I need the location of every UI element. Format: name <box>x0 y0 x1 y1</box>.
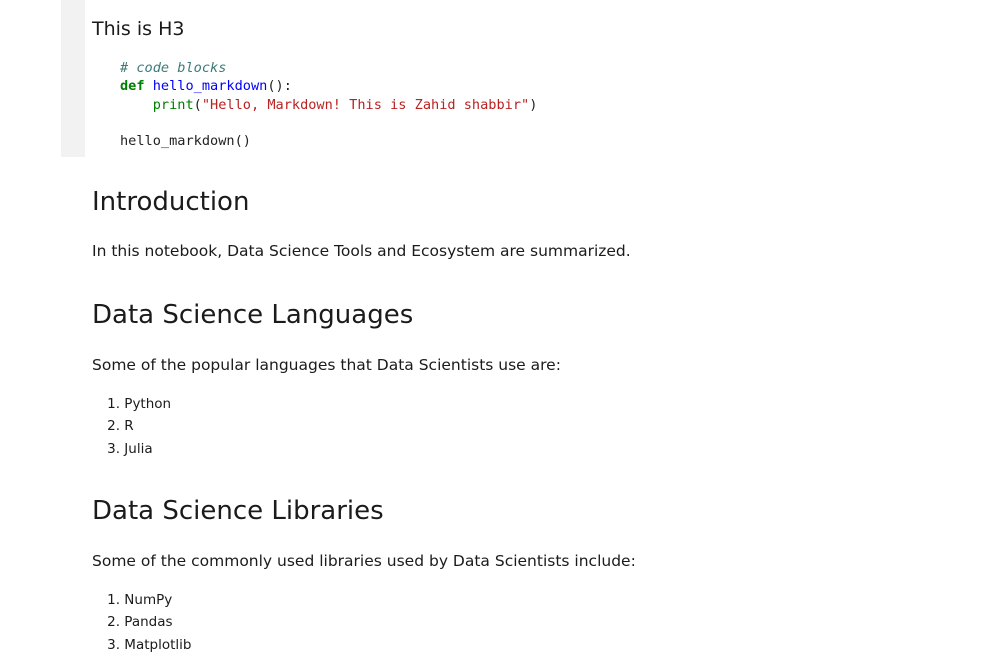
cell-selection-gutter[interactable] <box>61 0 85 157</box>
list-number: 1. <box>107 396 120 412</box>
code-block: # code blocks def hello_markdown(): prin… <box>120 59 537 150</box>
languages-text: Some of the popular languages that Data … <box>92 356 561 374</box>
list-number: 2. <box>107 614 120 631</box>
code-fn-parens: (): <box>267 78 292 95</box>
list-number: 3. <box>107 636 120 653</box>
notebook-page: This is H3 # code blocks def hello_markd… <box>0 0 984 668</box>
list-number: 1. <box>107 592 120 608</box>
code-open-paren: ( <box>193 96 202 113</box>
list-label: NumPy <box>124 592 173 608</box>
code-function-call: hello_markdown() <box>120 133 251 150</box>
code-string: "Hello, Markdown! This is Zahid shabbir" <box>201 96 530 113</box>
languages-heading: Data Science Languages <box>92 300 414 330</box>
code-function-name: hello_markdown <box>152 78 268 95</box>
code-print-builtin: print <box>152 96 194 113</box>
libraries-heading: Data Science Libraries <box>92 496 384 526</box>
libraries-text: Some of the commonly used libraries used… <box>92 552 636 570</box>
languages-list: 1. Python 2. R 3. Julia <box>92 393 171 460</box>
code-close-paren: ) <box>529 96 538 113</box>
h3-heading: This is H3 <box>92 18 185 40</box>
list-item: 1. Python <box>92 393 171 415</box>
list-item: 2. R <box>92 415 171 437</box>
list-item: 3. Matplotlib <box>92 634 191 656</box>
list-item: 1. NumPy <box>92 589 191 611</box>
list-item: 2. Pandas <box>92 611 191 633</box>
list-item: 3. Julia <box>92 438 171 460</box>
list-label: Pandas <box>124 614 173 631</box>
list-label: Python <box>124 396 172 412</box>
list-label: Matplotlib <box>124 636 192 653</box>
list-label: Julia <box>124 440 153 457</box>
intro-text: In this notebook, Data Science Tools and… <box>92 242 631 260</box>
intro-heading: Introduction <box>92 187 250 217</box>
libraries-list: 1. NumPy 2. Pandas 3. Matplotlib <box>92 589 191 656</box>
code-def-keyword: def <box>120 78 145 95</box>
list-number: 3. <box>107 440 120 457</box>
code-comment: # code blocks <box>120 60 227 76</box>
list-number: 2. <box>107 418 120 435</box>
list-label: R <box>124 418 134 435</box>
